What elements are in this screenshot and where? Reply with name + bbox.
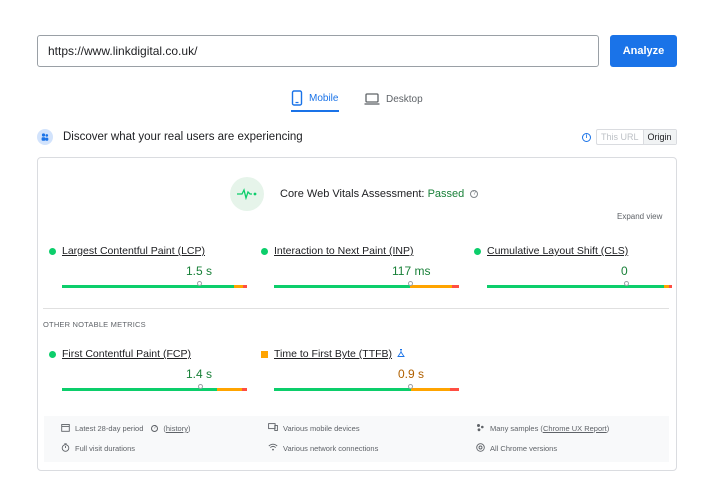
info-versions: All Chrome versions [476,443,557,454]
metric-lcp-distribution-bar [62,281,247,288]
toggle-this-url[interactable]: This URL [597,130,644,144]
discover-title: Discover what your real users are experi… [63,131,303,143]
pulse-icon [230,177,264,211]
info-period: Latest 28-day period ? (history) [61,423,190,434]
metric-fcp-distribution-bar [62,384,247,391]
metric-inp-marker [408,281,413,286]
metric-cls-value: 0 [621,264,628,278]
tab-desktop[interactable]: Desktop [364,86,423,112]
metric-lcp-label[interactable]: Largest Contentful Paint (LCP) [62,245,205,257]
average-square-icon [261,350,268,358]
timer-icon [61,443,70,454]
metric-cls: Cumulative Layout Shift (CLS) 0 [474,245,672,295]
help-icon[interactable]: ? [151,425,159,432]
info-devices-text: Various mobile devices [283,423,360,433]
cwv-assessment-status: Passed [427,188,465,200]
metric-lcp: Largest Contentful Paint (LCP) 1.5 s [49,245,247,295]
metric-inp-value: 117 ms [392,264,431,278]
metric-fcp: First Contentful Paint (FCP) 1.4 s [49,348,247,398]
metric-cls-marker [624,281,629,286]
metric-inp: Interaction to Next Paint (INP) 117 ms [261,245,459,295]
metric-fcp-label[interactable]: First Contentful Paint (FCP) [62,348,191,360]
metric-fcp-value: 1.4 s [186,367,213,381]
expand-view-link[interactable]: Expand view [617,212,662,221]
tab-mobile[interactable]: Mobile [291,86,340,112]
tab-mobile-label: Mobile [309,92,339,104]
metric-inp-distribution-bar [274,281,459,288]
metric-ttfb-marker [408,384,413,389]
info-samples-prefix: Many samples ( [490,424,543,433]
good-dot-icon [261,247,268,255]
experimental-flask-icon [397,348,405,360]
info-durations: Full visit durations [61,443,135,454]
section-divider [43,308,669,309]
info-durations-text: Full visit durations [75,444,136,453]
toggle-origin[interactable]: Origin [643,130,676,144]
metric-fcp-marker [198,384,203,389]
info-versions-text: All Chrome versions [490,444,558,453]
good-dot-icon [49,247,56,255]
metric-lcp-marker [197,281,202,286]
metric-ttfb: Time to First Byte (TTFB) 0.9 s [261,348,459,398]
discover-header: Discover what your real users are experi… [37,127,303,147]
wifi-icon [268,443,278,453]
devices-icon [268,423,278,433]
good-dot-icon [49,350,56,358]
calendar-icon [61,423,70,434]
smartphone-icon [291,90,303,106]
help-icon[interactable]: ? [470,190,479,199]
chrome-icon [476,443,485,454]
info-samples: Many samples (Chrome UX Report) [476,423,609,434]
metric-cls-distribution-bar [487,281,672,288]
url-input[interactable] [37,35,599,67]
good-dot-icon [474,247,481,255]
metric-ttfb-label[interactable]: Time to First Byte (TTFB) [274,348,392,360]
info-network-text: Various network connections [283,443,379,453]
info-period-text: Latest 28-day period [75,424,144,433]
metric-lcp-value: 1.5 s [186,264,213,278]
chrome-ux-report-link[interactable]: Chrome UX Report [543,424,607,433]
info-icon[interactable]: i [582,133,591,142]
info-samples-suffix: ) [606,424,610,433]
tab-desktop-label: Desktop [386,93,423,105]
cwv-assessment-label: Core Web Vitals Assessment: [280,188,425,200]
laptop-icon [364,93,380,105]
metric-inp-label[interactable]: Interaction to Next Paint (INP) [274,245,413,257]
metric-ttfb-distribution-bar [274,384,459,391]
history-link[interactable]: history [166,424,188,433]
url-origin-toggle[interactable]: This URL Origin [596,129,677,145]
info-devices: Various mobile devices [268,423,360,433]
info-network: Various network connections [268,443,378,453]
analyze-button[interactable]: Analyze [610,35,677,67]
samples-icon [476,423,485,434]
other-metrics-heading: OTHER NOTABLE METRICS [43,320,146,329]
cwv-assessment-title: Core Web Vitals Assessment: Passed? [280,188,479,200]
metric-ttfb-value: 0.9 s [398,367,425,381]
people-icon [37,129,53,145]
metric-cls-label[interactable]: Cumulative Layout Shift (CLS) [487,245,628,257]
